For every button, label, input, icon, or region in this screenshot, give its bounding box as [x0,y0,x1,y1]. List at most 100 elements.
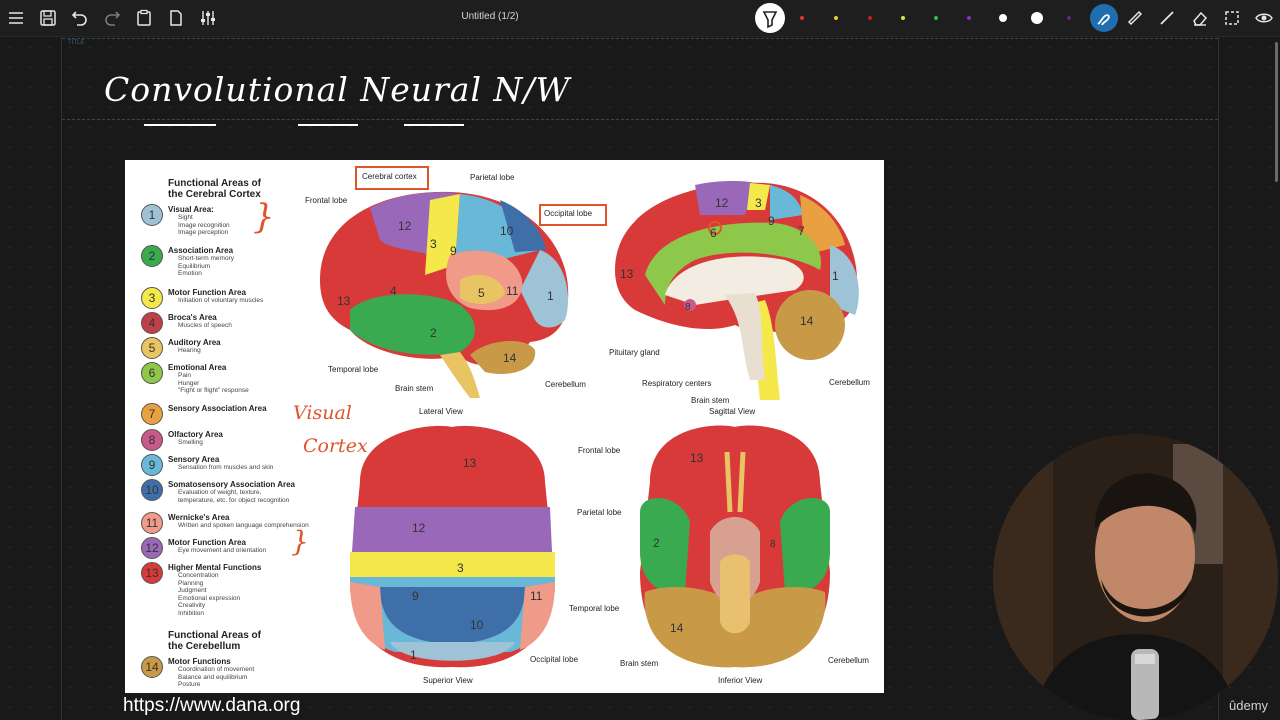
legend-subitem: Initiation of voluntary muscles [178,297,264,304]
legend-subitem: Hearing [178,347,201,354]
legend-heading: Functional Areas of the Cerebral Cortex [168,178,261,200]
document-title: Untitled (1/2) [461,11,519,22]
legend-subitem: "Fight or flight" response [178,387,249,394]
vertical-scrollbar[interactable] [1275,42,1278,182]
stroke-size-large[interactable] [1031,12,1043,24]
legend-title: Higher Mental Functions [168,563,262,572]
label-cerebral-cortex: Cerebral cortex [362,172,417,181]
label-brain-stem-sagittal: Brain stem [691,396,730,405]
svg-text:11: 11 [530,589,543,603]
clipboard-icon[interactable] [133,7,155,29]
svg-text:3: 3 [430,237,437,251]
label-occipital-lobe-superior: Occipital lobe [530,655,579,664]
page-icon[interactable] [165,7,187,29]
svg-text:13: 13 [620,267,634,281]
color-swatch-dark-purple[interactable] [1067,16,1071,20]
svg-text:14: 14 [670,621,684,635]
sliders-icon[interactable] [197,7,219,29]
legend-title: Wernicke's Area [168,513,230,522]
legend-number-circle: 7 [141,403,163,425]
svg-text:5: 5 [478,286,485,300]
svg-text:8: 8 [685,302,691,313]
svg-text:1: 1 [410,648,417,662]
legend-subitem: Inhibition [178,609,205,617]
line-icon[interactable] [1156,7,1178,29]
svg-text:1: 1 [832,269,839,283]
svg-text:12: 12 [412,521,426,535]
pen-tool-button[interactable] [1090,4,1118,32]
eraser-icon[interactable] [1189,7,1211,29]
color-swatch-darkred[interactable] [868,16,872,20]
presenter-video [993,434,1278,720]
svg-text:7: 7 [798,224,805,238]
redo-icon[interactable] [101,7,123,29]
label-temporal-lobe: Temporal lobe [328,365,379,374]
legend-title: Sensory Association Area [168,404,267,413]
svg-text:10: 10 [470,618,484,632]
label-lateral-view: Lateral View [419,407,463,416]
inferior-view-brain: 13 2 8 14 [640,425,830,668]
color-swatch-yellow[interactable] [834,16,838,20]
label-parietal-lobe: Parietal lobe [470,173,515,182]
svg-text:6: 6 [710,226,717,240]
legend-number-circle: 4 [141,312,163,334]
stroke-size-small[interactable] [999,14,1007,22]
highlighter-tool-button[interactable] [755,3,785,33]
color-swatch-red[interactable] [800,16,804,20]
view-icon[interactable] [1253,7,1275,29]
label-cerebellum: Cerebellum [545,380,586,389]
label-inferior-view: Inferior View [718,676,763,685]
legend-number-circle: 3 [141,287,163,309]
ruler-icon[interactable] [1124,7,1146,29]
title-underline [144,124,216,126]
sagittal-view-brain: 13 12 3 9 7 1 6 8 14 [615,180,859,400]
color-swatch-lightyellow[interactable] [901,16,905,20]
title-area-tag: TITLE [68,40,85,46]
color-swatch-purple[interactable] [967,16,971,20]
legend-subitem: Sensation from muscles and skin [178,464,274,471]
save-icon[interactable] [37,7,59,29]
legend-title: Motor Functions [168,657,231,666]
legend-title: Motor Function Area [168,538,246,547]
toolbar: Untitled (1/2) [0,0,1280,37]
label-brain-stem-inferior: Brain stem [620,659,659,668]
svg-text:12: 12 [398,219,412,233]
svg-text:11: 11 [506,284,519,298]
svg-text:4: 4 [390,284,397,298]
legend-subitem: Emotion [178,270,202,277]
legend-title: Motor Function Area [168,288,246,297]
legend-subitem: Posture [178,681,201,688]
svg-text:9: 9 [450,244,457,258]
menu-icon[interactable] [5,7,27,29]
label-superior-view: Superior View [423,676,473,685]
title-guide-top [62,38,1218,39]
legend-title: Somatosensory Association Area [168,480,296,489]
legend-title: Emotional Area [168,363,227,372]
legend-subitem: temperature, etc. for object recognition [178,496,290,504]
svg-text:12: 12 [715,196,729,210]
label-temporal-lobe-inferior: Temporal lobe [569,604,620,613]
legend-heading-cerebellum: Functional Areas of the Cerebellum [168,630,261,652]
legend-title: Sensory Area [168,455,220,464]
legend-subitem: Eye movement and orientation [178,547,267,554]
legend-number-circle: 8 [141,429,163,451]
color-swatch-green[interactable] [934,16,938,20]
legend-number-circle: 14 [141,656,163,678]
undo-icon[interactable] [69,7,91,29]
legend-number-circle: 9 [141,454,163,476]
legend-subitem: Written and spoken language comprehensio… [178,522,309,529]
title-guide-bottom [62,119,1218,120]
svg-text:8: 8 [770,539,776,550]
legend-number-circle: 5 [141,337,163,359]
svg-text:10: 10 [500,224,514,238]
svg-text:1: 1 [547,289,554,303]
legend-number-circle: 10 [141,479,163,501]
legend-title: Broca's Area [168,313,217,322]
select-icon[interactable] [1221,7,1243,29]
svg-text:9: 9 [412,589,419,603]
label-frontal-lobe: Frontal lobe [305,196,348,205]
legend-title: Olfactory Area [168,430,223,439]
source-url: https://www.dana.org [123,695,301,716]
title-underline [404,124,464,126]
title-underline [298,124,358,126]
